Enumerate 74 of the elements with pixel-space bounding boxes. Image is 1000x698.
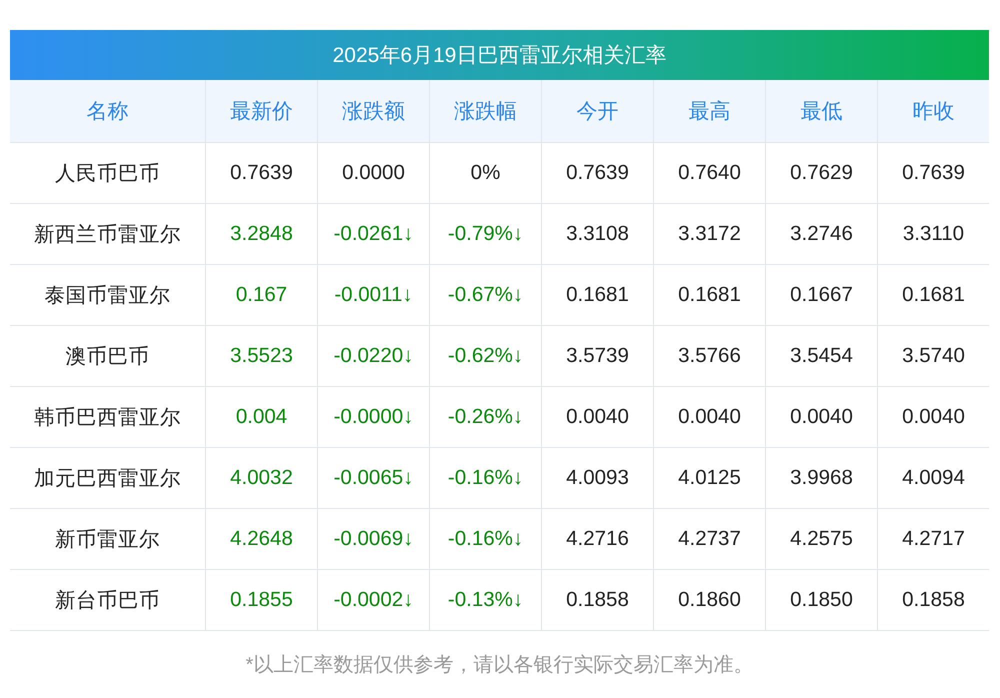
table-cell: 0.1681 — [653, 265, 765, 326]
table-cell: 人民币巴币 — [10, 143, 205, 204]
column-header: 名称 — [10, 80, 205, 143]
table-cell: 0.1667 — [765, 265, 877, 326]
table-cell: 0.0040 — [541, 387, 653, 448]
table-cell: -0.79%↓ — [429, 204, 541, 265]
table-cell: 0.004 — [205, 387, 317, 448]
table-cell: -0.16%↓ — [429, 448, 541, 509]
table-cell: 0.7639 — [877, 143, 989, 204]
table-cell: 0.1681 — [541, 265, 653, 326]
table-cell: 3.5739 — [541, 326, 653, 387]
table-cell: -0.67%↓ — [429, 265, 541, 326]
table-cell: -0.0065↓ — [317, 448, 429, 509]
table-cell: 3.2746 — [765, 204, 877, 265]
table-cell: 4.2737 — [653, 509, 765, 570]
table-cell: 0.1860 — [653, 570, 765, 631]
column-header: 涨跌额 — [317, 80, 429, 143]
table-cell: 0.1858 — [877, 570, 989, 631]
table-cell: 新西兰币雷亚尔 — [10, 204, 205, 265]
table-cell: 0.7639 — [205, 143, 317, 204]
table-cell: 0.1858 — [541, 570, 653, 631]
table-cell: 韩币巴西雷亚尔 — [10, 387, 205, 448]
table-cell: 泰国币雷亚尔 — [10, 265, 205, 326]
table-cell: 4.0125 — [653, 448, 765, 509]
table-cell: 4.0032 — [205, 448, 317, 509]
table-cell: 4.2716 — [541, 509, 653, 570]
table-cell: 0.1855 — [205, 570, 317, 631]
table-cell: 3.3110 — [877, 204, 989, 265]
table-cell: 0.7640 — [653, 143, 765, 204]
table-cell: 3.2848 — [205, 204, 317, 265]
table-cell: 0.7639 — [541, 143, 653, 204]
table-cell: 0.0040 — [765, 387, 877, 448]
table-cell: -0.13%↓ — [429, 570, 541, 631]
table-cell: 3.5454 — [765, 326, 877, 387]
table-cell: 4.2575 — [765, 509, 877, 570]
table-cell: 澳币巴币 — [10, 326, 205, 387]
column-header: 最低 — [765, 80, 877, 143]
table-cell: -0.0069↓ — [317, 509, 429, 570]
table-cell: 0.0040 — [877, 387, 989, 448]
table-cell: -0.0000↓ — [317, 387, 429, 448]
table-cell: 3.3108 — [541, 204, 653, 265]
column-header: 昨收 — [877, 80, 989, 143]
table-title: 2025年6月19日巴西雷亚尔相关汇率 — [10, 30, 989, 80]
column-header: 今开 — [541, 80, 653, 143]
table-cell: 0.1681 — [877, 265, 989, 326]
table-cell: 4.0093 — [541, 448, 653, 509]
table-cell: 0.0000 — [317, 143, 429, 204]
table-cell: 4.0094 — [877, 448, 989, 509]
table-cell: 新币雷亚尔 — [10, 509, 205, 570]
table-cell: -0.0002↓ — [317, 570, 429, 631]
table-cell: 0% — [429, 143, 541, 204]
table-cell: 3.5740 — [877, 326, 989, 387]
table-cell: -0.0011↓ — [317, 265, 429, 326]
table-cell: 3.5523 — [205, 326, 317, 387]
table-cell: -0.26%↓ — [429, 387, 541, 448]
table-cell: -0.16%↓ — [429, 509, 541, 570]
table-cell: 新台币巴币 — [10, 570, 205, 631]
table-cell: 0.1850 — [765, 570, 877, 631]
column-header: 涨跌幅 — [429, 80, 541, 143]
table-cell: 0.7629 — [765, 143, 877, 204]
table-cell: 加元巴西雷亚尔 — [10, 448, 205, 509]
table-cell: 0.0040 — [653, 387, 765, 448]
table-cell: 4.2717 — [877, 509, 989, 570]
column-header: 最新价 — [205, 80, 317, 143]
table-cell: -0.62%↓ — [429, 326, 541, 387]
table-cell: 4.2648 — [205, 509, 317, 570]
table-cell: 3.5766 — [653, 326, 765, 387]
table-cell: 3.3172 — [653, 204, 765, 265]
table-cell: 3.9968 — [765, 448, 877, 509]
footnote: *以上汇率数据仅供参考，请以各银行实际交易汇率为准。 — [244, 653, 754, 678]
table-cell: -0.0261↓ — [317, 204, 429, 265]
table-cell: 0.167 — [205, 265, 317, 326]
column-header: 最高 — [653, 80, 765, 143]
table-cell: -0.0220↓ — [317, 326, 429, 387]
